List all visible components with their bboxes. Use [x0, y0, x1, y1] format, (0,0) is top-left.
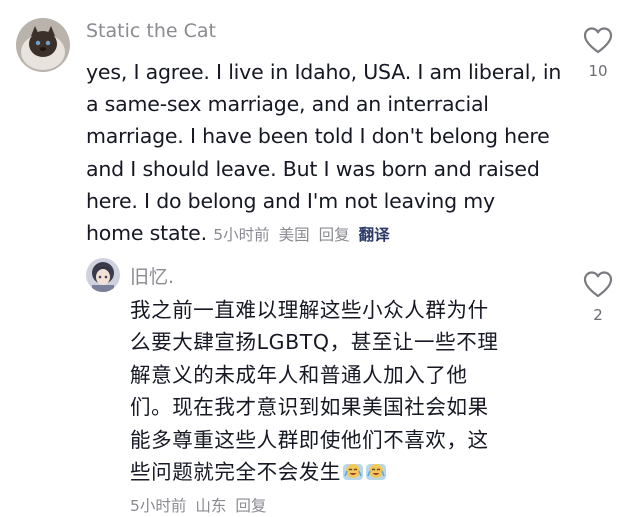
comment-line: home state. [86, 221, 207, 246]
comment-author[interactable]: Static the Cat [86, 20, 216, 42]
heart-outline-icon [583, 271, 613, 298]
comment-line: marriage. I have been told I don't belon… [86, 124, 550, 149]
comment-line: 们。现在我才意识到如果美国社会如果 [130, 395, 489, 420]
like-button[interactable]: 2 [578, 270, 618, 324]
comment-line: 解意义的未成年人和普通人加入了他 [130, 362, 468, 387]
comment-line: here. I do belong and I'm not leaving my [86, 188, 495, 213]
comment-meta: 5小时前 山东 回复 [130, 494, 275, 516]
avatar[interactable] [16, 18, 70, 72]
avatar[interactable] [86, 258, 120, 292]
comment-line-last: home state. 5小时前 美国 回复 翻译 [86, 217, 566, 251]
like-button[interactable]: 10 [578, 26, 618, 80]
translate-button[interactable]: 翻译 [359, 226, 390, 244]
laughing-crying-emoji [365, 460, 387, 482]
comment-line: 么要大肆宣扬LGBTQ，甚至让一些不理 [130, 330, 499, 355]
comment-time: 5小时前 [213, 226, 270, 245]
comment-line: yes, I agree. I live in Idaho, USA. I am… [86, 60, 562, 84]
reply-button[interactable]: 回复 [319, 226, 350, 244]
reply-button[interactable]: 回复 [235, 497, 266, 515]
comment-author[interactable]: 旧忆. [130, 262, 174, 289]
comment-time: 5小时前 [130, 497, 187, 515]
comment-text: 我之前一直难以理解这些小众人群为什 么要大肆宣扬LGBTQ，甚至让一些不理 解意… [130, 294, 560, 488]
comment-meta: 5小时前 美国 回复 翻译 [213, 226, 398, 244]
comment-location: 美国 [278, 226, 310, 245]
comment-line: 些问题就完全不会发生 [130, 460, 341, 485]
laughing-crying-emoji [342, 460, 364, 482]
comment-line: 能多尊重这些人群即使他们不喜欢，这 [130, 427, 489, 452]
like-count: 2 [593, 306, 603, 324]
comment-line-last: 些问题就完全不会发生 [130, 456, 560, 488]
comment-text: yes, I agree. I live in Idaho, USA. I am… [86, 56, 566, 251]
comment-line: 我之前一直难以理解这些小众人群为什 [130, 298, 489, 322]
comment-line: a same-sex marriage, and an interracial [86, 92, 489, 117]
heart-outline-icon [583, 27, 613, 54]
comment-line: and I should leave. But I was born and r… [86, 156, 540, 181]
comment-location: 山东 [195, 497, 227, 515]
like-count: 10 [588, 62, 608, 80]
